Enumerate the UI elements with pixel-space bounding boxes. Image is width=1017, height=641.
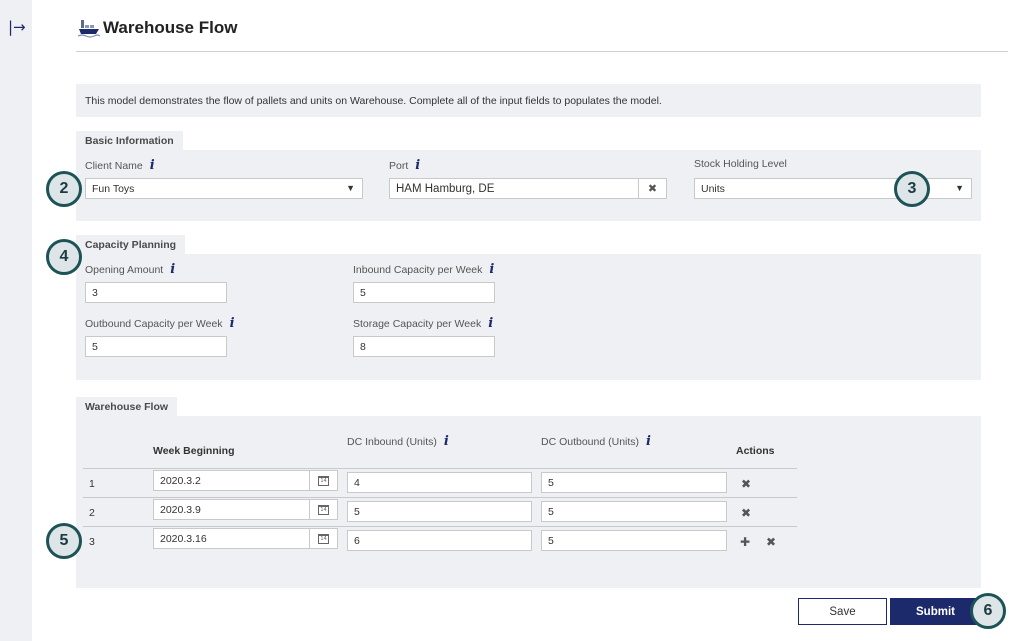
clear-icon[interactable]: ✖ (638, 179, 666, 198)
info-icon[interactable]: i (489, 262, 494, 277)
opening-amount-label: Opening Amount i (85, 262, 175, 277)
stock-holding-label: Stock Holding Level (694, 158, 787, 170)
dc-inbound-value: 5 (354, 506, 360, 518)
step-marker: 6 (970, 593, 1006, 629)
chevron-down-icon: ▼ (955, 183, 964, 193)
outbound-capacity-value: 5 (92, 341, 98, 353)
add-row-icon[interactable]: ✚ (740, 535, 750, 549)
outbound-capacity-input[interactable]: 5 (85, 336, 227, 357)
page-title: Warehouse Flow (103, 18, 238, 37)
cargo-ship-icon (77, 18, 101, 38)
info-icon[interactable]: i (170, 262, 175, 277)
inbound-capacity-label-text: Inbound Capacity per Week (353, 263, 483, 276)
week-date-value: 2020.3.16 (160, 533, 207, 545)
calendar-button[interactable]: 14 (309, 471, 337, 490)
stock-holding-value: Units (701, 183, 725, 195)
stock-holding-select[interactable]: Units ▼ (694, 178, 972, 199)
dc-outbound-input[interactable]: 5 (541, 501, 727, 522)
remove-row-icon[interactable]: ✖ (766, 535, 776, 549)
column-header-inbound-text: DC Inbound (Units) (347, 435, 437, 448)
table-row-divider (83, 526, 797, 527)
inbound-capacity-label: Inbound Capacity per Week i (353, 262, 494, 277)
row-number: 1 (89, 478, 95, 490)
info-icon[interactable]: i (150, 158, 155, 173)
week-date-input[interactable]: 2020.3.9 14 (153, 499, 338, 520)
dc-inbound-input[interactable]: 5 (347, 501, 532, 522)
calendar-icon: 14 (318, 504, 329, 515)
storage-capacity-label-text: Storage Capacity per Week (353, 317, 482, 330)
section-tab-basic-information: Basic Information (76, 131, 183, 150)
save-button[interactable]: Save (798, 598, 887, 625)
client-name-label-text: Client Name (85, 159, 143, 172)
collapsed-sidebar: |→ (0, 0, 32, 641)
step-marker: 5 (46, 523, 82, 559)
info-icon[interactable]: i (230, 316, 235, 331)
info-icon[interactable]: i (646, 434, 651, 449)
dc-outbound-value: 5 (548, 535, 554, 547)
column-header-actions: Actions (736, 445, 775, 457)
storage-capacity-label: Storage Capacity per Week i (353, 316, 493, 331)
dc-inbound-value: 6 (354, 535, 360, 547)
client-name-value: Fun Toys (92, 183, 135, 195)
port-label-text: Port (389, 159, 409, 172)
inbound-capacity-value: 5 (360, 287, 366, 299)
outbound-capacity-label-text: Outbound Capacity per Week (85, 317, 223, 330)
remove-row-icon[interactable]: ✖ (741, 477, 751, 491)
port-label: Port i (389, 158, 420, 173)
column-header-inbound: DC Inbound (Units) i (347, 434, 449, 449)
intro-text: This model demonstrates the flow of pall… (76, 84, 981, 117)
opening-amount-value: 3 (92, 287, 98, 299)
table-row-divider (83, 468, 797, 469)
column-header-outbound: DC Outbound (Units) i (541, 434, 651, 449)
dc-inbound-value: 4 (354, 477, 360, 489)
step-marker: 2 (46, 171, 82, 207)
week-date-value: 2020.3.9 (160, 504, 201, 516)
dc-inbound-input[interactable]: 4 (347, 472, 532, 493)
section-tab-warehouse-flow: Warehouse Flow (76, 397, 178, 416)
calendar-icon: 14 (318, 533, 329, 544)
calendar-button[interactable]: 14 (309, 500, 337, 519)
row-number: 2 (89, 507, 95, 519)
port-value: HAM Hamburg, DE (396, 183, 495, 195)
storage-capacity-value: 8 (360, 341, 366, 353)
submit-button[interactable]: Submit (890, 598, 981, 625)
calendar-button[interactable]: 14 (309, 529, 337, 548)
opening-amount-label-text: Opening Amount (85, 263, 164, 276)
dc-inbound-input[interactable]: 6 (347, 530, 532, 551)
column-header-outbound-text: DC Outbound (Units) (541, 435, 640, 448)
outbound-capacity-label: Outbound Capacity per Week i (85, 316, 235, 331)
step-marker: 3 (894, 171, 930, 207)
dc-outbound-value: 5 (548, 506, 554, 518)
week-date-value: 2020.3.2 (160, 475, 201, 487)
opening-amount-input[interactable]: 3 (85, 282, 227, 303)
page-header: Warehouse Flow (77, 18, 238, 38)
calendar-icon: 14 (318, 475, 329, 486)
remove-row-icon[interactable]: ✖ (741, 506, 751, 520)
section-tab-capacity-planning: Capacity Planning (76, 235, 186, 254)
inbound-capacity-input[interactable]: 5 (353, 282, 495, 303)
stock-holding-label-text: Stock Holding Level (694, 158, 787, 170)
client-name-select[interactable]: Fun Toys ▼ (85, 178, 363, 199)
dc-outbound-input[interactable]: 5 (541, 472, 727, 493)
client-name-label: Client Name i (85, 158, 155, 173)
step-marker: 4 (46, 239, 82, 275)
table-row-divider (83, 497, 797, 498)
expand-sidebar-icon[interactable]: |→ (8, 18, 26, 36)
port-input[interactable]: HAM Hamburg, DE ✖ (389, 178, 667, 199)
storage-capacity-input[interactable]: 8 (353, 336, 495, 357)
header-divider (76, 51, 1008, 52)
chevron-down-icon: ▼ (346, 183, 355, 193)
info-icon[interactable]: i (444, 434, 449, 449)
info-icon[interactable]: i (415, 158, 420, 173)
row-number: 3 (89, 536, 95, 548)
dc-outbound-input[interactable]: 5 (541, 530, 727, 551)
week-date-input[interactable]: 2020.3.2 14 (153, 470, 338, 491)
column-header-week: Week Beginning (153, 445, 235, 457)
dc-outbound-value: 5 (548, 477, 554, 489)
week-date-input[interactable]: 2020.3.16 14 (153, 528, 338, 549)
info-icon[interactable]: i (488, 316, 493, 331)
